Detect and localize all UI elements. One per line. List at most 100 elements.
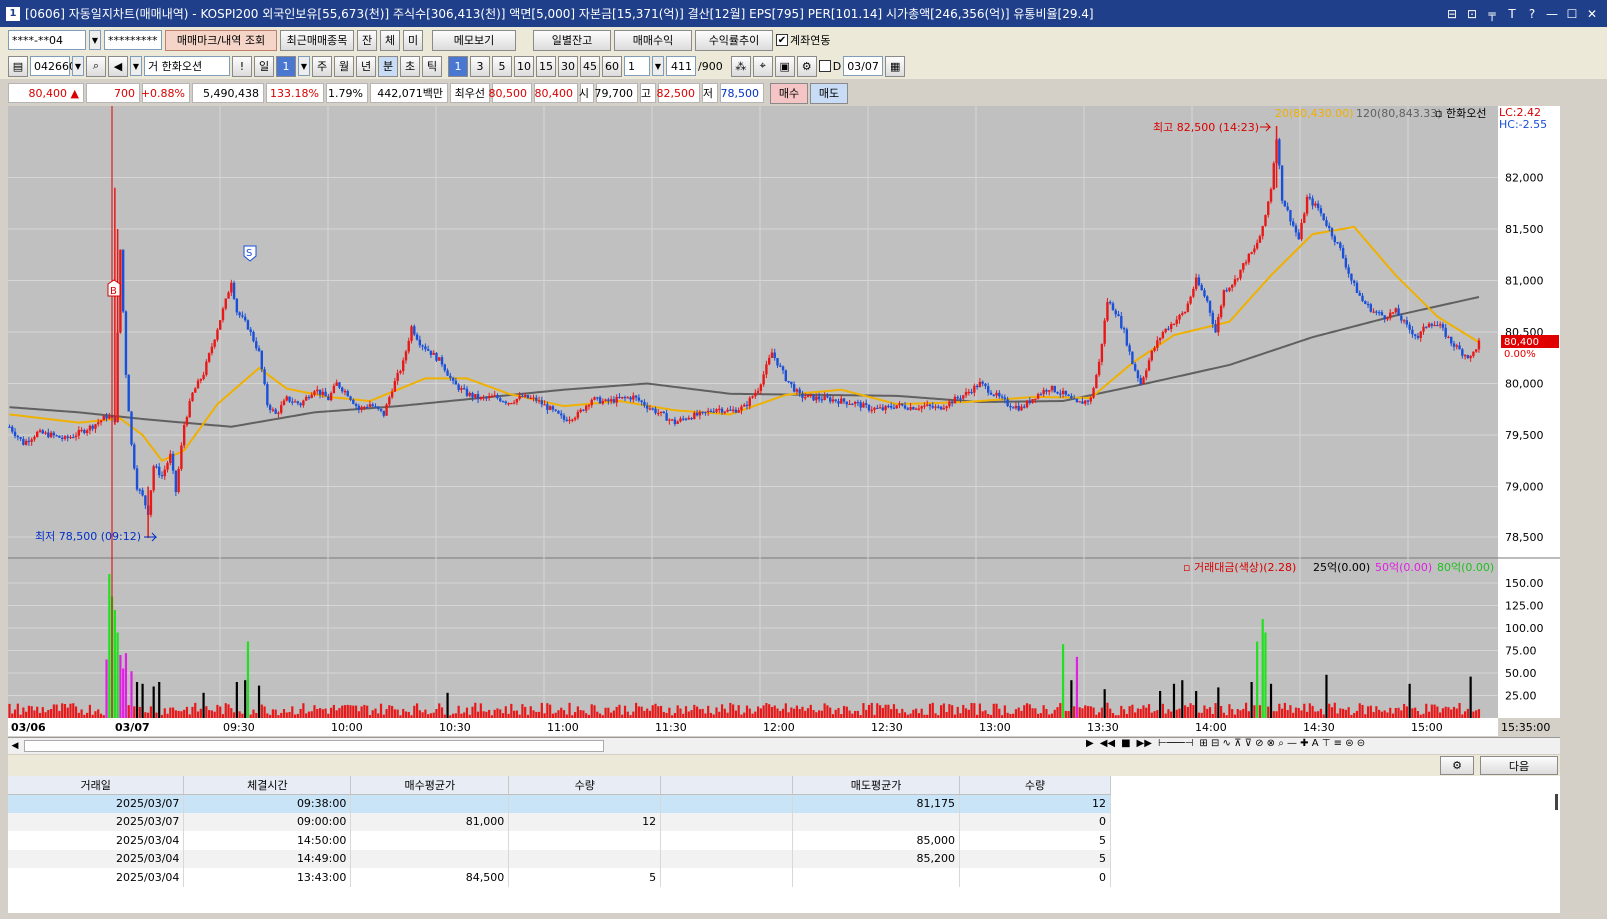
- stop-icon[interactable]: ■: [1121, 738, 1130, 749]
- d-checkbox[interactable]: [818, 60, 831, 72]
- next-button[interactable]: 다음: [1480, 756, 1558, 775]
- min-5-button[interactable]: 5: [492, 55, 512, 77]
- rewind-icon[interactable]: ◀◀: [1100, 738, 1115, 749]
- account-dropdown-icon[interactable]: ▼: [89, 30, 101, 50]
- draw-tools-icon[interactable]: ⊞ ⊟ ∿ ⊼ ⊽ ⊘ ⊗ ⌕ — ✚ A ⊤ ≡ ⊜ ⊝: [1199, 738, 1365, 749]
- table-row[interactable]: 2025/03/07 09:38:00 81,175 12: [8, 794, 1111, 813]
- memo-button[interactable]: 메모보기: [432, 29, 516, 51]
- account-field[interactable]: ****-**04: [8, 30, 86, 50]
- crosshair-icon[interactable]: ⌖: [752, 55, 773, 77]
- sell-button[interactable]: 매도: [810, 82, 848, 104]
- volume-bar: [815, 712, 818, 718]
- period-year-button[interactable]: 년: [356, 55, 376, 77]
- pin-icon[interactable]: ╤: [1485, 7, 1499, 21]
- mark-query-button[interactable]: 매매마크/내역 조회: [165, 29, 277, 51]
- daily-balance-button[interactable]: 일별잔고: [533, 29, 611, 51]
- filled-button[interactable]: 체: [380, 29, 400, 51]
- period-tick-button[interactable]: 틱: [422, 55, 442, 77]
- volume-bar: [992, 703, 995, 718]
- play-icon[interactable]: ▶: [1086, 738, 1094, 749]
- date-field[interactable]: 03/07: [843, 56, 884, 76]
- zoom-slider-icon[interactable]: ⊢───⊣: [1158, 738, 1193, 749]
- min-3-button[interactable]: 3: [470, 55, 490, 77]
- interval-dropdown-icon[interactable]: ▼: [652, 56, 664, 76]
- svg-text:S: S: [246, 248, 252, 259]
- alert-button[interactable]: !: [232, 55, 252, 77]
- balance-button[interactable]: 잔: [357, 29, 377, 51]
- candle-body: [299, 403, 302, 406]
- unfilled-button[interactable]: 미: [403, 29, 423, 51]
- min-60-button[interactable]: 60: [602, 55, 622, 77]
- password-field[interactable]: *********: [104, 30, 162, 50]
- save-icon[interactable]: ▣: [774, 55, 795, 77]
- day-count-field[interactable]: 1: [276, 55, 296, 77]
- interval-field[interactable]: 1: [624, 56, 650, 76]
- volume-bar: [951, 705, 954, 718]
- period-week-button[interactable]: 주: [312, 55, 332, 77]
- candle-body: [817, 396, 821, 400]
- code-dropdown-icon[interactable]: ▼: [72, 56, 84, 76]
- check-icon[interactable]: ✔: [776, 34, 788, 46]
- period-month-button[interactable]: 월: [334, 55, 354, 77]
- table-scroll-indicator[interactable]: [1555, 794, 1558, 810]
- col-exec-time[interactable]: 체결시간: [183, 776, 352, 795]
- col-sell-avg[interactable]: 매도평균가: [792, 776, 961, 795]
- scroll-left-icon[interactable]: ◀: [8, 739, 22, 753]
- col-trade-date[interactable]: 거래일: [8, 776, 185, 795]
- col-buy-avg[interactable]: 매수평균가: [350, 776, 510, 795]
- stock-code-field[interactable]: 042660: [30, 56, 76, 76]
- speaker-icon[interactable]: ◀: [108, 55, 128, 77]
- chart-scrollbar[interactable]: ◀ ▶ ◀◀ ■ ▶▶ ⊢───⊣ ⊞ ⊟ ∿ ⊼ ⊽ ⊘ ⊗ ⌕ — ✚ A …: [8, 737, 1560, 754]
- period-minute-button[interactable]: 분: [378, 55, 398, 77]
- volume-bar: [446, 692, 449, 718]
- buy-button[interactable]: 매수: [770, 82, 808, 104]
- candle-body: [1355, 282, 1359, 293]
- layout-icon[interactable]: ⊟: [1445, 7, 1459, 21]
- panel-icon[interactable]: ▤: [8, 55, 28, 77]
- tile-icon[interactable]: ⊡: [1465, 7, 1479, 21]
- volume-bar: [263, 706, 266, 718]
- gear-icon[interactable]: ⚙: [1440, 756, 1474, 775]
- period-second-button[interactable]: 초: [400, 55, 420, 77]
- scroll-thumb[interactable]: [24, 740, 604, 752]
- min-10-button[interactable]: 10: [514, 55, 534, 77]
- candle-body: [812, 394, 815, 401]
- min-1-button[interactable]: 1: [448, 55, 468, 77]
- trade-profit-button[interactable]: 매매수익: [614, 29, 692, 51]
- speaker-dropdown-icon[interactable]: ▼: [130, 56, 142, 76]
- price-tick: 79,000: [1505, 481, 1544, 494]
- min-45-button[interactable]: 45: [580, 55, 600, 77]
- period-day-button[interactable]: 일: [254, 55, 274, 77]
- min-30-button[interactable]: 30: [558, 55, 578, 77]
- table-row[interactable]: 2025/03/04 13:43:00 84,500 5 0: [8, 868, 1111, 887]
- close-icon[interactable]: ✕: [1585, 7, 1599, 21]
- min-15-button[interactable]: 15: [536, 55, 556, 77]
- help-icon[interactable]: ?: [1525, 7, 1539, 21]
- col-sell-qty[interactable]: 수량: [959, 776, 1111, 795]
- forward-icon[interactable]: ▶▶: [1137, 738, 1152, 749]
- gear-icon[interactable]: ⚙: [796, 55, 817, 77]
- volume-bar: [984, 710, 987, 718]
- buy-mark[interactable]: B: [107, 279, 121, 297]
- day-dropdown-icon[interactable]: ▼: [298, 56, 310, 76]
- table-row[interactable]: 2025/03/04 14:49:00 85,200 5: [8, 849, 1111, 868]
- table-row[interactable]: 2025/03/04 14:50:00 85,000 5: [8, 831, 1111, 850]
- recent-stocks-button[interactable]: 최근매매종목: [280, 29, 354, 51]
- stock-chart[interactable]: 82,00081,50081,00080,50080,00079,50079,0…: [8, 106, 1560, 736]
- calendar-icon[interactable]: ▦: [885, 55, 906, 77]
- candle-body: [1397, 308, 1400, 316]
- candle-body: [341, 387, 344, 392]
- maximize-icon[interactable]: ☐: [1565, 7, 1579, 21]
- candle-body: [124, 311, 128, 375]
- col-buy-qty[interactable]: 수량: [508, 776, 662, 795]
- stock-name-field[interactable]: 거 한화오션: [144, 56, 230, 76]
- search-icon[interactable]: ⌕: [86, 55, 106, 77]
- table-cell: [508, 794, 662, 813]
- minimize-icon[interactable]: —: [1545, 7, 1559, 21]
- tools-icon[interactable]: ⁂: [730, 55, 751, 77]
- bar-count-field[interactable]: 411: [666, 56, 696, 76]
- table-row[interactable]: 2025/03/07 09:00:00 81,000 12 0: [8, 812, 1111, 831]
- profit-trend-button[interactable]: 수익률추이: [695, 29, 773, 51]
- account-link-checkbox[interactable]: ✔ 계좌연동: [776, 32, 830, 48]
- font-icon[interactable]: T: [1505, 7, 1519, 21]
